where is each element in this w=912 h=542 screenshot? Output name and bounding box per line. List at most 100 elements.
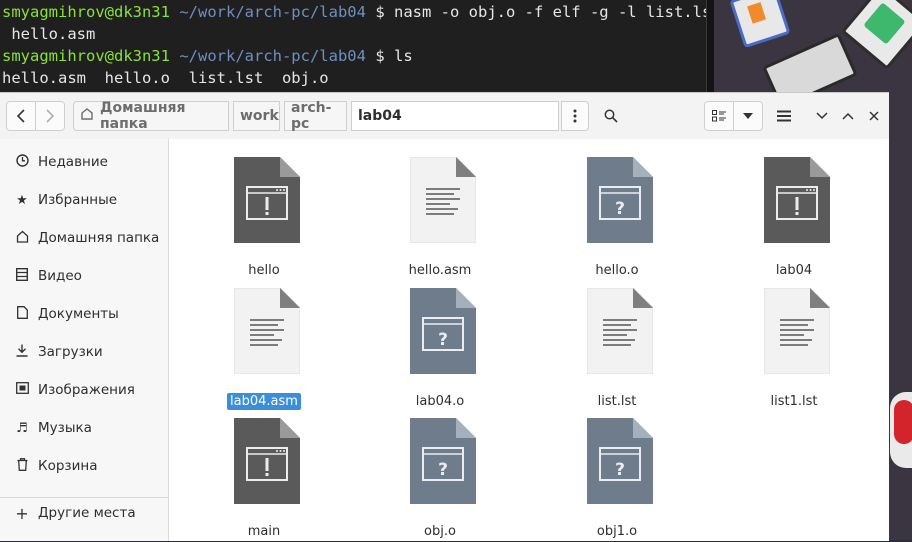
sidebar-item-trash[interactable]: Корзина bbox=[0, 447, 168, 485]
sidebar-item-label: Корзина bbox=[38, 458, 98, 474]
file-name-label: obj.o bbox=[370, 524, 510, 539]
close-icon bbox=[869, 111, 879, 121]
view-options-button[interactable] bbox=[733, 101, 763, 131]
svg-text:?: ? bbox=[615, 460, 625, 480]
sidebar: Недавние ★ Избранные Домашняя папка Виде… bbox=[0, 139, 169, 541]
list-view-icon bbox=[712, 110, 726, 122]
film-icon bbox=[14, 267, 30, 285]
sidebar-item-documents[interactable]: Документы bbox=[0, 295, 168, 333]
svg-text:?: ? bbox=[438, 330, 448, 350]
search-button[interactable] bbox=[596, 101, 626, 131]
terminal-command: ls bbox=[394, 47, 413, 65]
terminal-user: smyagmihrov@dk3n31 bbox=[2, 47, 170, 65]
file-item[interactable]: hello bbox=[194, 153, 334, 281]
chevron-right-icon bbox=[46, 109, 55, 123]
file-name-label: lab04 bbox=[724, 263, 864, 278]
chevron-up-icon bbox=[842, 112, 854, 120]
file-name: lab04.o bbox=[415, 394, 465, 409]
main-menu-button[interactable] bbox=[769, 101, 799, 131]
trash-icon bbox=[14, 457, 30, 475]
sidebar-item-other-locations[interactable]: + Другие места bbox=[0, 494, 168, 532]
sidebar-item-downloads[interactable]: Загрузки bbox=[0, 333, 168, 371]
star-icon: ★ bbox=[16, 192, 28, 208]
sidebar-item-home[interactable]: Домашняя папка bbox=[0, 219, 168, 257]
file-name: hello bbox=[248, 263, 280, 278]
file-item[interactable]: ? lab04.o bbox=[370, 284, 510, 412]
hamburger-icon bbox=[777, 110, 791, 122]
terminal-prompt: $ bbox=[375, 47, 385, 65]
chevron-down-icon bbox=[816, 112, 828, 120]
file-item[interactable]: list1.lst bbox=[724, 284, 864, 412]
svg-text:?: ? bbox=[438, 460, 448, 480]
document-icon bbox=[14, 305, 30, 323]
file-name: hello.o bbox=[595, 263, 639, 278]
breadcrumb-work[interactable]: work bbox=[233, 101, 280, 131]
file-name: hello.asm bbox=[408, 263, 472, 278]
file-manager-window: Домашняя папка work arch-pc lab04 Недавн… bbox=[0, 92, 889, 541]
close-button[interactable] bbox=[859, 101, 889, 131]
view-toggle-button[interactable] bbox=[704, 101, 734, 131]
file-item[interactable]: main bbox=[194, 414, 334, 542]
breadcrumb-lab04[interactable]: lab04 bbox=[351, 101, 559, 131]
file-name: main bbox=[247, 524, 281, 539]
file-name-label: hello.asm bbox=[370, 263, 510, 278]
sidebar-item-label: Домашняя папка bbox=[38, 230, 160, 246]
file-name-label: list1.lst bbox=[724, 394, 864, 409]
file-name-label: obj1.o bbox=[547, 524, 687, 539]
file-item[interactable]: ? obj1.o bbox=[547, 414, 687, 542]
terminal-user: smyagmihrov@dk3n31 bbox=[2, 3, 170, 21]
svg-text:?: ? bbox=[615, 199, 625, 219]
breadcrumb-home[interactable]: Домашняя папка bbox=[73, 100, 229, 132]
terminal-line-3: smyagmihrov@dk3n31 ~/work/arch-pc/lab04 … bbox=[2, 45, 413, 67]
sidebar-item-label: Избранные bbox=[38, 192, 118, 208]
file-name-label: hello.o bbox=[547, 263, 687, 278]
file-item[interactable]: ? hello.o bbox=[547, 153, 687, 281]
sidebar-item-pictures[interactable]: Изображения bbox=[0, 371, 168, 409]
file-item[interactable]: lab04.asm bbox=[194, 284, 334, 412]
home-icon bbox=[14, 230, 30, 247]
file-name: obj1.o bbox=[596, 524, 638, 539]
file-name-label: main bbox=[194, 524, 334, 539]
terminal-prompt: $ bbox=[375, 3, 385, 21]
wallpaper-block bbox=[841, 0, 912, 71]
caret-down-icon bbox=[743, 113, 753, 119]
sidebar-item-label: Документы bbox=[38, 306, 119, 322]
back-button[interactable] bbox=[6, 101, 36, 131]
terminal-line-1: smyagmihrov@dk3n31 ~/work/arch-pc/lab04 … bbox=[2, 1, 721, 23]
sidebar-item-recent[interactable]: Недавние bbox=[0, 143, 168, 181]
file-item[interactable]: hello.asm bbox=[370, 153, 510, 281]
terminal-command: nasm -o obj.o -f elf -g -l list.lst bbox=[394, 3, 721, 21]
sidebar-item-starred[interactable]: ★ Избранные bbox=[0, 181, 168, 219]
file-item[interactable]: ? obj.o bbox=[370, 414, 510, 542]
wallpaper-block bbox=[890, 392, 912, 468]
breadcrumb-label: lab04 bbox=[358, 108, 402, 124]
sidebar-item-music[interactable]: ♬ Музыка bbox=[0, 409, 168, 447]
terminal-path: ~/work/arch-pc/lab04 bbox=[179, 3, 366, 21]
forward-button[interactable] bbox=[35, 101, 65, 131]
sidebar-item-label: Музыка bbox=[38, 420, 92, 436]
file-grid: hello hello.asm? hello.o lab04 lab04.asm? lab… bbox=[169, 139, 889, 541]
file-name-label: hello bbox=[194, 263, 334, 278]
sidebar-item-label: Другие места bbox=[38, 505, 136, 521]
music-note-icon: ♬ bbox=[16, 420, 28, 436]
file-item[interactable]: list.lst bbox=[547, 284, 687, 412]
image-icon bbox=[14, 382, 30, 398]
sidebar-item-label: Недавние bbox=[38, 154, 108, 170]
sidebar-item-videos[interactable]: Видео bbox=[0, 257, 168, 295]
terminal-path: ~/work/arch-pc/lab04 bbox=[179, 47, 366, 65]
clock-icon bbox=[14, 153, 30, 171]
breadcrumb-arch-pc[interactable]: arch-pc bbox=[284, 100, 347, 132]
file-name: lab04 bbox=[775, 263, 813, 278]
terminal-line-2: hello.asm bbox=[2, 25, 96, 43]
wallpaper-block bbox=[729, 0, 791, 49]
file-name: list.lst bbox=[597, 394, 637, 409]
terminal-line-4: hello.asm hello.o list.lst obj.o bbox=[2, 69, 329, 87]
file-name: lab04.asm bbox=[227, 393, 301, 410]
sidebar-item-label: Изображения bbox=[38, 382, 135, 398]
search-icon bbox=[604, 109, 618, 123]
sidebar-item-label: Видео bbox=[38, 268, 82, 284]
file-item[interactable]: lab04 bbox=[724, 153, 864, 281]
terminal-window: smyagmihrov@dk3n31 ~/work/arch-pc/lab04 … bbox=[0, 0, 721, 92]
file-name: list1.lst bbox=[770, 394, 818, 409]
path-menu-button[interactable] bbox=[561, 101, 589, 131]
